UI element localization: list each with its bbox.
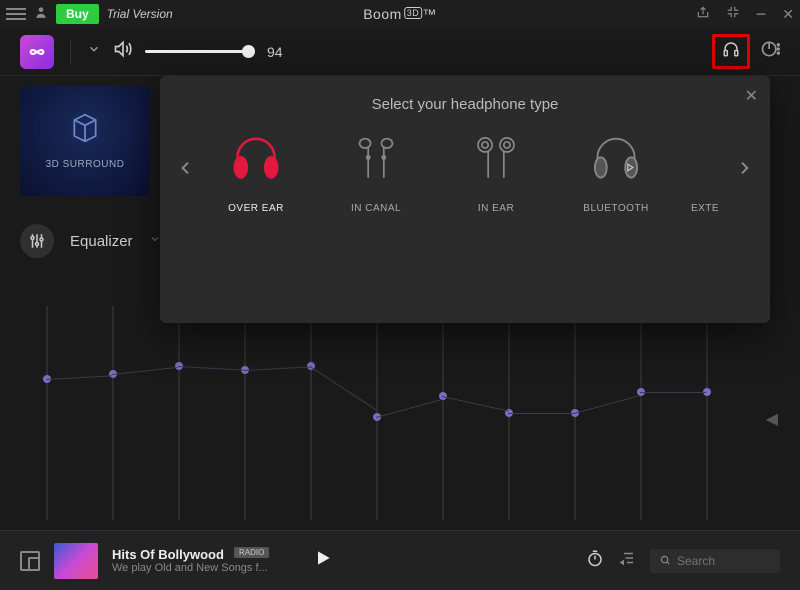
radio-badge: RADIO — [234, 547, 269, 558]
search-input[interactable] — [677, 554, 770, 568]
contract-icon[interactable] — [726, 5, 740, 24]
eq-band[interactable] — [244, 306, 246, 520]
queue-icon[interactable] — [618, 549, 636, 572]
user-icon[interactable] — [34, 5, 48, 24]
carousel-next-icon[interactable] — [736, 154, 752, 187]
over-ear-icon — [229, 127, 283, 191]
chevron-down-icon[interactable] — [149, 232, 161, 250]
app-title: Boom3D™ — [363, 6, 437, 22]
eq-curve — [640, 392, 706, 393]
surround-label: 3D SURROUND — [46, 159, 125, 170]
track-subtitle: We play Old and New Songs f... — [112, 562, 269, 574]
close-icon[interactable]: ✕ — [782, 6, 794, 23]
search-icon — [660, 554, 671, 567]
eq-curve — [46, 375, 112, 380]
play-button[interactable] — [313, 548, 333, 573]
titlebar: Buy Trial Version Boom3D™ − ✕ — [0, 0, 800, 28]
album-art[interactable] — [54, 543, 98, 579]
menu-icon[interactable] — [6, 8, 26, 20]
eq-curve — [376, 399, 442, 418]
power-icon[interactable] — [760, 39, 780, 64]
in-canal-icon — [351, 127, 401, 191]
eq-curve — [442, 396, 508, 411]
modal-title: Select your headphone type — [160, 76, 770, 127]
equalizer-label: Equalizer — [70, 233, 133, 250]
eq-band[interactable] — [310, 306, 312, 520]
reset-icon[interactable]: ◀ — [766, 409, 778, 429]
equalizer-icon[interactable] — [20, 224, 54, 258]
eq-curve — [112, 367, 178, 375]
eq-band[interactable] — [640, 306, 642, 520]
headphone-in-canal[interactable]: IN CANAL — [331, 127, 421, 214]
chevron-down-icon[interactable] — [87, 42, 101, 61]
headphone-bluetooth[interactable]: BLUETOOTH — [571, 127, 661, 214]
trial-label: Trial Version — [107, 7, 173, 21]
modal-close-icon[interactable]: ✕ — [745, 86, 758, 106]
share-icon[interactable] — [696, 5, 710, 24]
track-title: Hits Of Bollywood — [112, 547, 224, 562]
headphone-label: IN CANAL — [351, 203, 401, 214]
headphone-external[interactable]: EXTE — [691, 127, 719, 214]
eq-band[interactable] — [178, 306, 180, 520]
source-icon[interactable] — [20, 551, 40, 571]
eq-curve — [244, 367, 310, 372]
toolbar: 94 — [0, 28, 800, 76]
eq-band[interactable] — [442, 306, 444, 520]
search-box[interactable] — [650, 549, 780, 573]
headphone-modal: ✕ Select your headphone type OVER EAR IN… — [160, 76, 770, 323]
carousel-prev-icon[interactable] — [178, 154, 194, 187]
headphone-label: BLUETOOTH — [583, 203, 648, 214]
equalizer-bands[interactable]: ◀ — [46, 306, 754, 520]
headphone-label: IN EAR — [478, 203, 514, 214]
eq-band[interactable] — [46, 306, 48, 520]
in-ear-icon — [471, 127, 521, 191]
app-logo[interactable] — [20, 35, 54, 69]
eq-curve — [178, 366, 244, 371]
headphone-label: EXTE — [691, 203, 719, 214]
surround-card[interactable]: 3D SURROUND — [20, 86, 150, 196]
speaker-icon[interactable] — [113, 39, 133, 64]
buy-button[interactable]: Buy — [56, 4, 99, 24]
headphone-in-ear[interactable]: IN EAR — [451, 127, 541, 214]
headphone-button[interactable] — [712, 34, 750, 69]
divider — [70, 39, 71, 65]
eq-curve — [309, 366, 376, 410]
eq-band[interactable] — [706, 306, 708, 520]
volume-slider[interactable] — [145, 50, 255, 53]
minimize-icon[interactable]: − — [756, 4, 767, 25]
eq-band[interactable] — [112, 306, 114, 520]
cube-icon — [69, 112, 101, 149]
eq-curve — [574, 395, 640, 414]
player-bar: Hits Of Bollywood RADIO We play Old and … — [0, 530, 800, 590]
eq-curve — [508, 413, 574, 414]
headphone-over-ear[interactable]: OVER EAR — [211, 127, 301, 214]
bluetooth-icon — [589, 127, 643, 191]
headphone-label: OVER EAR — [228, 203, 284, 214]
sleep-timer-icon[interactable] — [586, 549, 604, 572]
volume-value: 94 — [267, 44, 283, 60]
